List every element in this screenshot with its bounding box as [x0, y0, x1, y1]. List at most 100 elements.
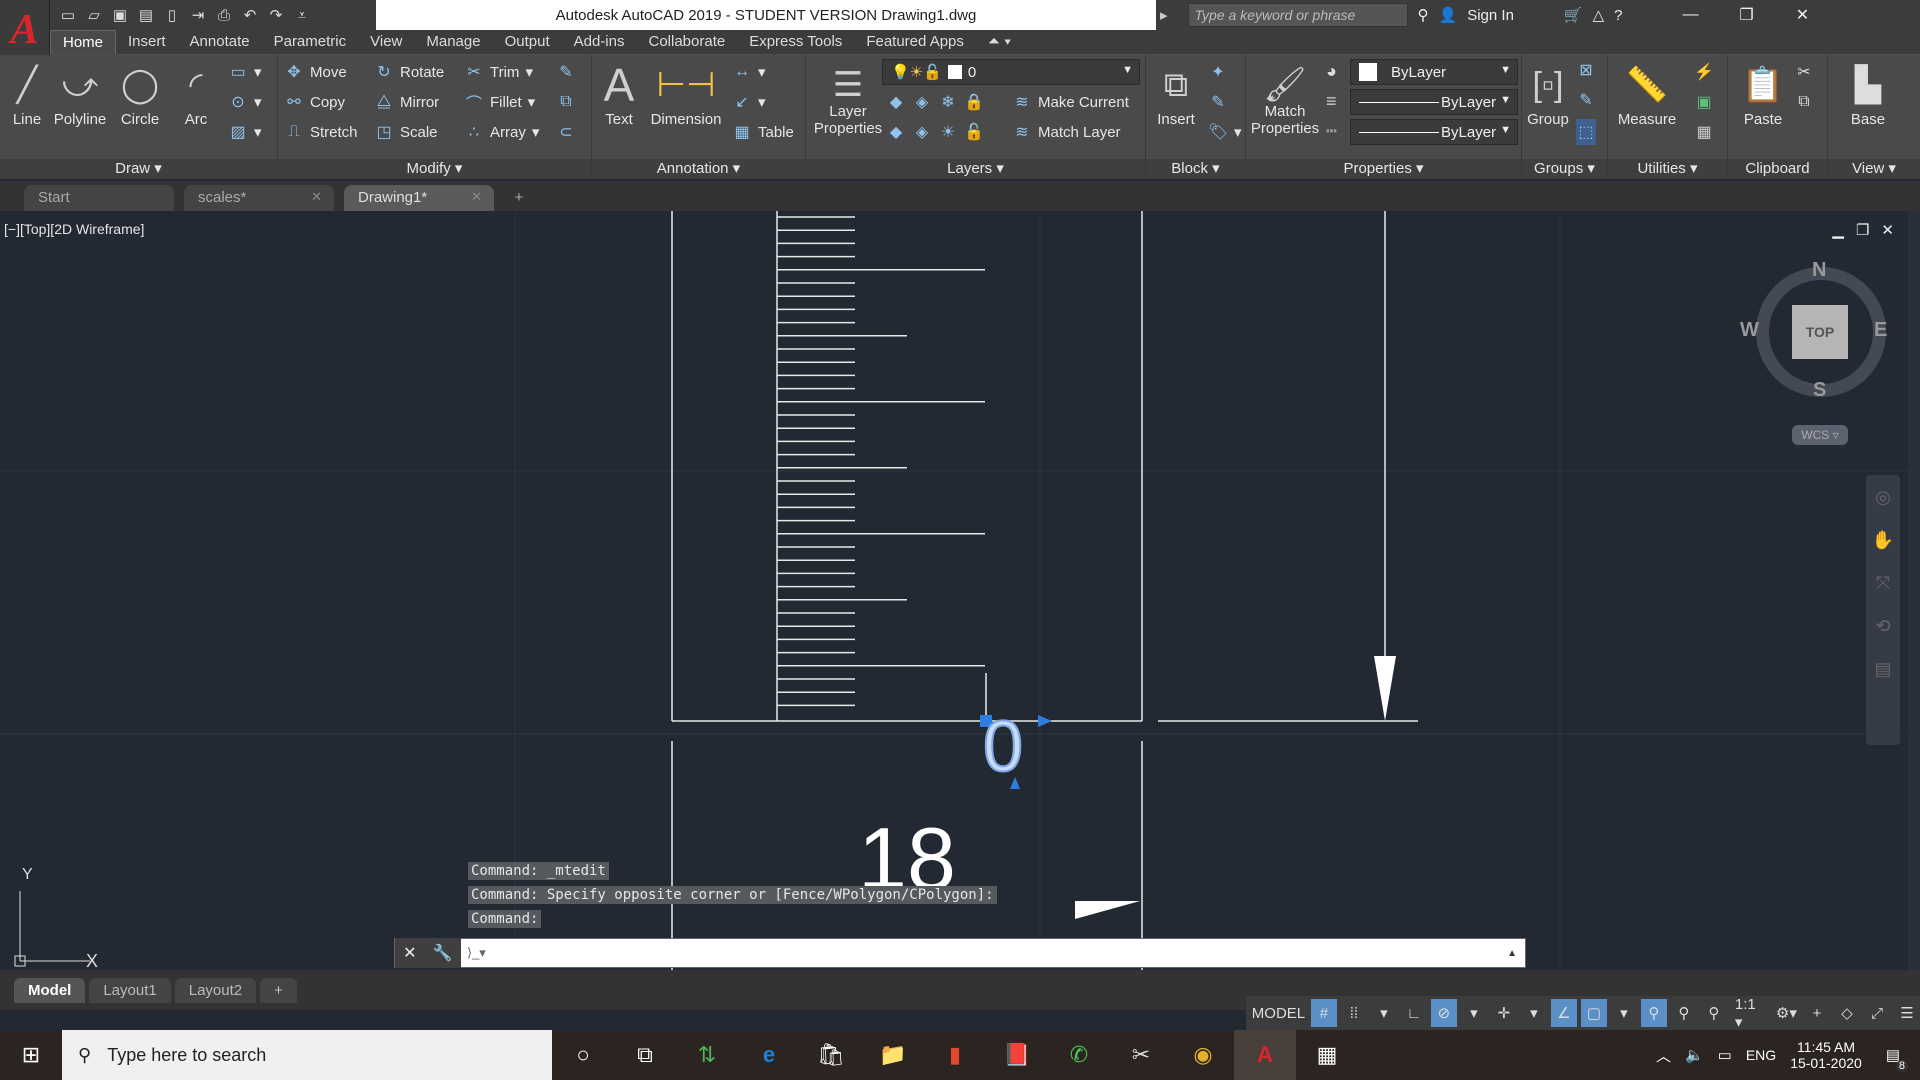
- redo-icon[interactable]: ↷: [266, 5, 286, 25]
- cut-button[interactable]: ✂: [1794, 59, 1814, 85]
- measure-button[interactable]: 📏 Measure: [1614, 59, 1680, 128]
- array-button[interactable]: ∴ Array ▾: [464, 119, 539, 145]
- action-center-icon[interactable]: ▤ 8: [1886, 1046, 1908, 1072]
- ribbon-minimize-icon[interactable]: ⏶ ▾: [976, 30, 1024, 54]
- orbit-icon[interactable]: ⟲: [1875, 616, 1890, 637]
- command-prompt-icon[interactable]: ⟩_▾: [467, 945, 486, 961]
- add-layout-button[interactable]: +: [260, 977, 297, 1003]
- store-icon[interactable]: 🛍: [800, 1030, 862, 1080]
- group-edit-button[interactable]: ✎: [1576, 87, 1596, 113]
- select-all-button[interactable]: ▣: [1694, 89, 1714, 115]
- object-snap-icon[interactable]: ▢: [1580, 999, 1607, 1027]
- reader-icon[interactable]: 📕: [986, 1030, 1048, 1080]
- color-dropdown[interactable]: ByLayer ▼: [1350, 59, 1518, 85]
- customize-wrench-icon[interactable]: 🔧: [433, 943, 453, 963]
- ellipse-button[interactable]: ⊙ ▾: [228, 89, 261, 115]
- tab-manage[interactable]: Manage: [414, 30, 492, 54]
- viewport-controls-label[interactable]: [−][Top][2D Wireframe]: [4, 221, 144, 237]
- edit-attributes-button[interactable]: 🏷 ▾: [1208, 119, 1242, 145]
- polyline-button[interactable]: ⤻ Polyline: [52, 59, 108, 129]
- edge-icon[interactable]: e: [738, 1030, 800, 1080]
- file-explorer-icon[interactable]: 📁: [862, 1030, 924, 1080]
- model-space-button[interactable]: MODEL: [1250, 999, 1307, 1027]
- binoculars-icon[interactable]: ⚲: [1418, 6, 1429, 24]
- group-button[interactable]: [▫] Group: [1524, 59, 1572, 129]
- scale-button[interactable]: ◳ Scale: [374, 119, 437, 145]
- undo-icon[interactable]: ↶: [240, 5, 260, 25]
- isodraft-dropdown-icon[interactable]: ▾: [1521, 999, 1547, 1027]
- linear-dim-button[interactable]: ↔ ▾: [732, 59, 766, 85]
- compass-north[interactable]: N: [1812, 259, 1826, 282]
- groups-panel-title[interactable]: Groups ▾: [1522, 159, 1607, 179]
- save-icon[interactable]: ▣: [110, 5, 130, 25]
- layer-tools-row2[interactable]: ◆ ◈ ☀ 🔓: [886, 119, 984, 145]
- layer-properties-button[interactable]: ☰ Layer Properties: [810, 59, 886, 137]
- vertical-scrollbar[interactable]: [1908, 211, 1920, 981]
- osnap-dropdown-icon[interactable]: ▾: [1611, 999, 1637, 1027]
- customization-menu-icon[interactable]: ☰: [1894, 999, 1920, 1027]
- fillet-button[interactable]: ⌒ Fillet ▾: [464, 89, 535, 115]
- modify-panel-title[interactable]: Modify ▾: [278, 159, 591, 179]
- table-button[interactable]: ▦ Table: [732, 119, 793, 145]
- pan-icon[interactable]: ✋: [1872, 530, 1894, 551]
- ortho-icon[interactable]: ∟: [1401, 999, 1427, 1027]
- open-web-icon[interactable]: ▯: [162, 5, 182, 25]
- arc-button[interactable]: ◜ Arc: [174, 59, 218, 128]
- selected-text-0[interactable]: 0: [982, 706, 1024, 788]
- rectangle-button[interactable]: ▭ ▾: [228, 59, 261, 85]
- show-hidden-icons[interactable]: ︿: [1656, 1045, 1671, 1066]
- polar-dropdown-icon[interactable]: ▾: [1461, 999, 1487, 1027]
- layout-tab-layout1[interactable]: Layout1: [89, 977, 171, 1003]
- new-icon[interactable]: ▭: [58, 5, 78, 25]
- autocad-taskbar-icon[interactable]: A: [1234, 1030, 1296, 1080]
- annotation-visibility-icon[interactable]: ⚲: [1640, 999, 1667, 1027]
- leader-button[interactable]: ↙ ▾: [732, 89, 765, 115]
- command-input[interactable]: [491, 940, 1508, 966]
- match-layer-button[interactable]: ≋ Match Layer: [1012, 119, 1120, 145]
- create-block-button[interactable]: ✦: [1208, 59, 1228, 85]
- block-panel-title[interactable]: Block ▾: [1146, 159, 1245, 179]
- base-button[interactable]: ▙ Base: [1838, 59, 1898, 128]
- annotation-panel-title[interactable]: Annotation ▾: [592, 159, 805, 179]
- help-icon[interactable]: ?: [1614, 7, 1622, 24]
- object-snap-tracking-icon[interactable]: ∠: [1550, 999, 1577, 1027]
- command-history-toggle-icon[interactable]: ▲: [1507, 948, 1517, 959]
- vp-minimize-icon[interactable]: ▁: [1832, 221, 1844, 239]
- annotation-monitor-icon[interactable]: +: [1804, 999, 1830, 1027]
- tab-parametric[interactable]: Parametric: [262, 30, 359, 54]
- snap-mode-icon[interactable]: ⁞⁞: [1341, 999, 1367, 1027]
- battery-icon[interactable]: ▭: [1718, 1046, 1732, 1064]
- insert-button[interactable]: ⧉ Insert: [1150, 59, 1202, 129]
- mirror-button[interactable]: ⧋ Mirror: [374, 89, 439, 115]
- a360-icon[interactable]: △: [1593, 6, 1605, 24]
- edit-block-button[interactable]: ✎: [1208, 89, 1228, 115]
- layout-tab-model[interactable]: Model: [14, 977, 86, 1003]
- new-tab-button[interactable]: +: [504, 189, 534, 211]
- task-view-icon[interactable]: ⧉: [614, 1030, 676, 1080]
- drawing-viewport[interactable]: 0 18 [−][Top][2D Wireframe] ▁ ❐ ✕ TOP N S …: [0, 211, 1920, 981]
- sign-in-button[interactable]: Sign In: [1467, 7, 1514, 24]
- properties-panel-title[interactable]: Properties ▾: [1246, 159, 1521, 179]
- office-lens-icon[interactable]: ▮: [924, 1030, 986, 1080]
- hatch-button[interactable]: ▨ ▾: [228, 119, 261, 145]
- zoom-extents-icon[interactable]: ⤧: [1876, 573, 1890, 594]
- offset-button[interactable]: ⊂: [556, 119, 576, 145]
- auto-scale-icon[interactable]: ⚲: [1671, 999, 1697, 1027]
- move-button[interactable]: ✥ Move: [284, 59, 346, 85]
- line-button[interactable]: ╱ Line: [4, 59, 50, 128]
- calculator-button[interactable]: ▦: [1694, 119, 1714, 145]
- close-tab-icon[interactable]: ✕: [311, 189, 322, 205]
- viewcube-top-face[interactable]: TOP: [1792, 305, 1848, 359]
- copy-clip-button[interactable]: ⧉: [1794, 89, 1814, 115]
- doc-tab-drawing1[interactable]: Drawing1* ✕: [344, 185, 494, 211]
- showmotion-icon[interactable]: ▤: [1874, 659, 1891, 680]
- tab-add-ins[interactable]: Add-ins: [562, 30, 637, 54]
- erase-button[interactable]: ✎: [556, 59, 576, 85]
- text-button[interactable]: A Text: [596, 59, 642, 128]
- customize-qat-icon[interactable]: ⩡: [292, 5, 312, 25]
- sync-app-icon[interactable]: ⇅: [676, 1030, 738, 1080]
- plot-icon[interactable]: ⎙: [214, 5, 234, 25]
- quick-select-button[interactable]: ⚡: [1694, 59, 1714, 85]
- grip-arrow-right[interactable]: [1038, 715, 1052, 727]
- save-as-icon[interactable]: ▤: [136, 5, 156, 25]
